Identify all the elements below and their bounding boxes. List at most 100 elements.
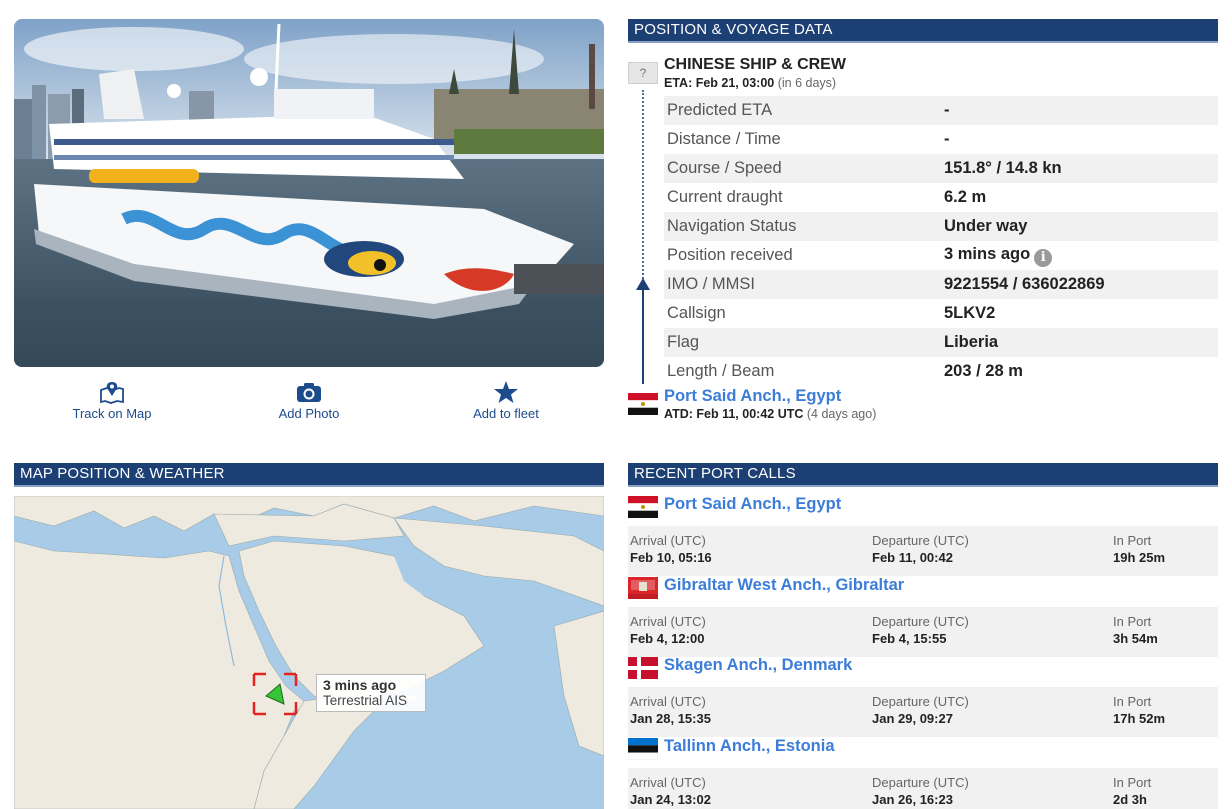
departure-value: Feb 4, 15:55 — [872, 631, 947, 646]
star-icon — [494, 381, 518, 403]
departure-column: Departure (UTC) Jan 26, 16:23 — [872, 775, 969, 807]
destination-flag-placeholder: ? — [628, 62, 658, 84]
row-value: - — [941, 96, 1218, 125]
row-key: Flag — [664, 328, 941, 357]
departure-column: Departure (UTC) Feb 4, 15:55 — [872, 614, 969, 646]
departure-value: Jan 29, 09:27 — [872, 711, 953, 726]
eta-text: ETA: Feb 21, 03:00 (in 6 days) — [664, 76, 836, 90]
departure-value: Feb 11, 00:42 — [872, 550, 953, 565]
departure-column: Departure (UTC) Jan 29, 09:27 — [872, 694, 969, 726]
map-position-tooltip: 3 mins ago Terrestrial AIS — [316, 674, 427, 712]
in-port-value: 17h 52m — [1113, 711, 1166, 726]
row-key: Predicted ETA — [664, 96, 941, 125]
departure-label: Departure (UTC) — [872, 694, 969, 709]
table-row: Predicted ETA - — [664, 96, 1218, 125]
add-photo-label: Add Photo — [278, 406, 340, 421]
table-row: Flag Liberia — [664, 328, 1218, 357]
arrival-value: Jan 28, 15:35 — [630, 711, 711, 726]
row-value: Liberia — [941, 328, 1218, 357]
row-value: 203 / 28 m — [944, 362, 1023, 380]
table-row: IMO / MMSI 9221554 / 636022869 — [664, 270, 1218, 299]
port-call-times: Arrival (UTC) Jan 24, 13:02 Departure (UT… — [628, 768, 1218, 809]
port-call-header: Gibraltar West Anch., Gibraltar — [628, 575, 1218, 601]
in-port-column: In Port 2d 3h — [1113, 775, 1151, 807]
in-port-value: 19h 25m — [1113, 550, 1166, 565]
add-to-fleet-label: Add to fleet — [473, 406, 539, 421]
denmark-flag-icon — [628, 657, 658, 679]
arrival-label: Arrival (UTC) — [630, 694, 706, 709]
departure-port-link[interactable]: Port Said Anch., Egypt — [664, 387, 841, 406]
photo-actions: Track on Map Add Photo Add to fleet — [14, 380, 604, 430]
route-arrow-icon — [636, 278, 650, 290]
table-row: Course / Speed 151.8° / 14.8 kn — [664, 154, 1218, 183]
gibraltar-flag-icon — [628, 577, 658, 599]
table-row: Length / Beam 203 / 28 m — [664, 357, 1218, 386]
voyage-data-table: Predicted ETA - Distance / Time - Course /… — [664, 96, 1218, 386]
egypt-flag-icon — [628, 496, 658, 518]
map-pin-icon — [100, 382, 124, 404]
in-port-label: In Port — [1113, 694, 1152, 709]
arrival-label: Arrival (UTC) — [630, 614, 706, 629]
port-call-item: Tallinn Anch., Estonia Arrival (UTC) Jan … — [628, 736, 1218, 809]
port-call-link[interactable]: Port Said Anch., Egypt — [664, 495, 841, 514]
port-call-times: Arrival (UTC) Feb 10, 05:16 Departure (UT… — [628, 526, 1218, 576]
arrival-label: Arrival (UTC) — [630, 533, 706, 548]
row-key: IMO / MMSI — [664, 270, 941, 299]
map-view[interactable]: 3 mins ago Terrestrial AIS — [14, 496, 604, 809]
row-key: Navigation Status — [664, 212, 941, 241]
map-label-source: Terrestrial AIS — [323, 693, 408, 708]
port-call-item: Skagen Anch., Denmark Arrival (UTC) Jan 2… — [628, 655, 1218, 737]
arrival-column: Arrival (UTC) Jan 28, 15:35 — [630, 694, 711, 726]
table-row: Callsign 5LKV2 — [664, 299, 1218, 328]
vessel-photo[interactable] — [14, 19, 604, 367]
eta-value: ETA: Feb 21, 03:00 — [664, 76, 775, 90]
in-port-column: In Port 17h 52m — [1113, 694, 1165, 726]
row-value: 3 mins ago i — [941, 241, 1218, 270]
arrival-label: Arrival (UTC) — [630, 775, 706, 790]
in-port-column: In Port 19h 25m — [1113, 533, 1165, 565]
port-call-item: Gibraltar West Anch., Gibraltar Arrival … — [628, 575, 1218, 657]
port-call-header: Port Said Anch., Egypt — [628, 494, 1218, 520]
in-port-column: In Port 3h 54m — [1113, 614, 1158, 646]
row-key: Distance / Time — [667, 130, 781, 148]
vessel-photo-image — [14, 19, 604, 367]
departure-column: Departure (UTC) Feb 11, 00:42 — [872, 533, 969, 565]
add-to-fleet-button[interactable]: Add to fleet — [446, 380, 566, 421]
voyage-section-header: POSITION & VOYAGE DATA — [628, 19, 1218, 43]
track-on-map-button[interactable]: Track on Map — [52, 380, 172, 421]
port-call-link[interactable]: Tallinn Anch., Estonia — [664, 737, 835, 756]
map-label-time: 3 mins ago — [323, 677, 397, 693]
map-canvas — [14, 496, 604, 809]
track-on-map-label: Track on Map — [72, 406, 152, 421]
arrival-value: Feb 4, 12:00 — [630, 631, 705, 646]
row-key: Position received — [667, 246, 793, 264]
port-call-link[interactable]: Skagen Anch., Denmark — [664, 656, 852, 675]
row-value: 151.8° / 14.8 kn — [941, 154, 1218, 183]
port-call-item: Port Said Anch., Egypt Arrival (UTC) Feb … — [628, 494, 1218, 576]
table-row: Current draught 6.2 m — [664, 183, 1218, 212]
in-port-value: 3h 54m — [1113, 631, 1158, 646]
eta-relative: (in 6 days) — [777, 76, 837, 90]
atd-text: ATD: Feb 11, 00:42 UTC (4 days ago) — [664, 407, 876, 421]
add-photo-button[interactable]: Add Photo — [249, 380, 369, 421]
port-call-times: Arrival (UTC) Feb 4, 12:00 Departure (UTC… — [628, 607, 1218, 657]
atd-value: ATD: Feb 11, 00:42 UTC — [664, 407, 804, 421]
estonia-flag-icon — [628, 738, 658, 760]
departure-label: Departure (UTC) — [872, 614, 969, 629]
in-port-label: In Port — [1113, 775, 1152, 790]
row-value: Under way — [941, 212, 1218, 241]
route-progress-completed — [642, 286, 644, 384]
map-section-header: MAP POSITION & WEATHER — [14, 463, 604, 487]
port-call-link[interactable]: Gibraltar West Anch., Gibraltar — [664, 576, 904, 595]
port-call-header: Skagen Anch., Denmark — [628, 655, 1218, 681]
arrival-column: Arrival (UTC) Feb 4, 12:00 — [630, 614, 706, 646]
in-port-value: 2d 3h — [1113, 792, 1147, 807]
egypt-flag-icon — [628, 393, 658, 415]
departure-label: Departure (UTC) — [872, 775, 969, 790]
row-key: Callsign — [667, 304, 726, 322]
table-row: Navigation Status Under way — [664, 212, 1218, 241]
row-value: 5LKV2 — [944, 304, 996, 322]
info-icon[interactable]: i — [1034, 248, 1053, 267]
port-call-header: Tallinn Anch., Estonia — [628, 736, 1218, 762]
position-received-value: 3 mins ago — [944, 244, 1031, 263]
